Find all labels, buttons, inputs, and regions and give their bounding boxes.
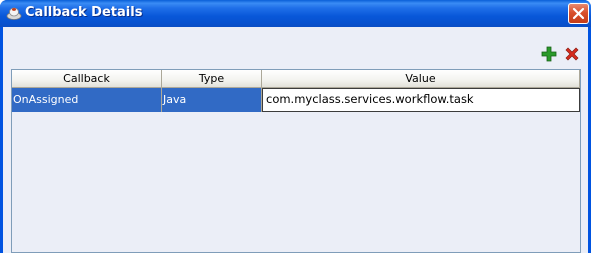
close-button[interactable] — [568, 3, 589, 24]
plus-icon — [541, 46, 557, 62]
table-header: Callback Type Value — [12, 70, 580, 88]
cell-value-editor[interactable]: com.myclass.services.workflow.task — [262, 88, 580, 112]
table-row[interactable]: OnAssigned Java com.myclass.services.wor… — [12, 88, 580, 112]
callback-details-dialog: Callback Details Callback Type Value OnA… — [0, 0, 591, 253]
column-header-callback[interactable]: Callback — [12, 70, 162, 88]
close-icon — [572, 7, 585, 20]
title-bar[interactable]: Callback Details — [0, 0, 591, 27]
x-icon — [565, 47, 579, 61]
dialog-title: Callback Details — [25, 5, 143, 20]
cell-callback[interactable]: OnAssigned — [12, 88, 162, 112]
delete-callback-button[interactable] — [564, 46, 580, 62]
column-header-type[interactable]: Type — [162, 70, 262, 88]
cell-type[interactable]: Java — [162, 88, 262, 112]
callback-table: Callback Type Value OnAssigned Java com.… — [11, 69, 581, 253]
app-icon — [6, 5, 22, 21]
dialog-body: Callback Type Value OnAssigned Java com.… — [3, 27, 588, 253]
add-callback-button[interactable] — [541, 46, 557, 62]
column-header-value[interactable]: Value — [262, 70, 580, 88]
